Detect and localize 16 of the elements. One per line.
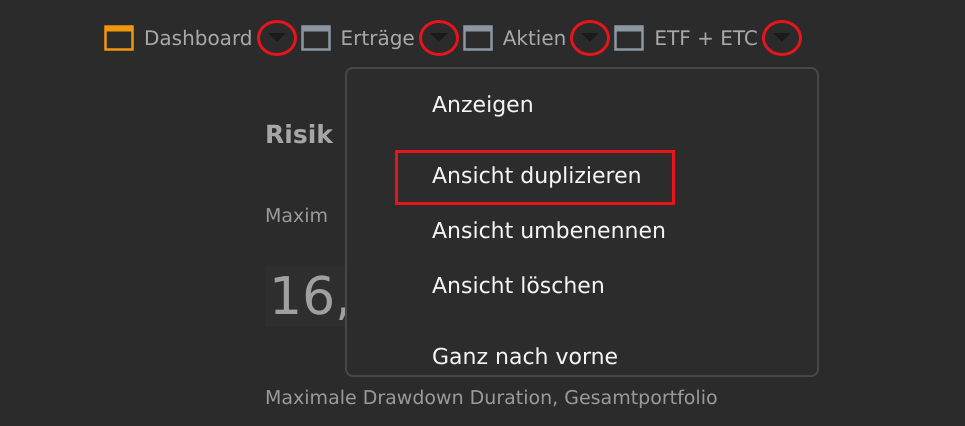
- menu-item[interactable]: Ganz nach vorne: [395, 331, 652, 386]
- metric-label: Maximale Drawdown Duration, Gesamtportfolio: [265, 387, 718, 409]
- view-tab[interactable]: Erträge: [300, 25, 415, 51]
- menu-item[interactable]: Anzeigen: [395, 79, 567, 134]
- menu-item[interactable]: Ansicht umbenennen: [395, 205, 699, 260]
- menu-item[interactable]: Ansicht duplizieren: [395, 150, 675, 205]
- menu-item[interactable]: Ansicht löschen: [395, 260, 638, 315]
- window-icon: [300, 25, 331, 51]
- view-tab[interactable]: Dashboard: [104, 25, 253, 51]
- view-tab[interactable]: ETF + ETC: [614, 25, 758, 51]
- window-icon: [462, 25, 493, 51]
- window-icon: [614, 25, 644, 51]
- section-heading: Risik: [265, 120, 333, 149]
- view-tab[interactable]: Aktien: [462, 25, 566, 51]
- window-icon: [104, 25, 134, 51]
- metric-label: Maxim: [265, 205, 328, 227]
